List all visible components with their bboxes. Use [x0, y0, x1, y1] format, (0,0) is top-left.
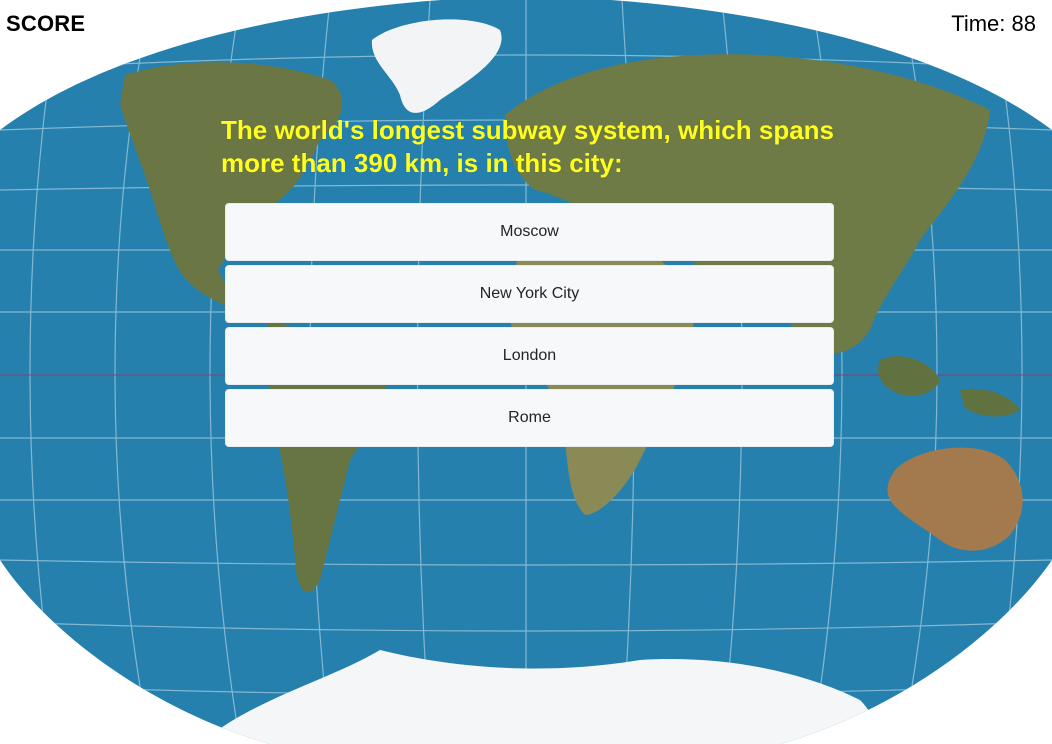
answer-button-london[interactable]: London: [225, 327, 834, 385]
answer-button-new-york-city[interactable]: New York City: [225, 265, 834, 323]
answer-list: Moscow New York City London Rome: [225, 203, 834, 451]
answer-button-moscow[interactable]: Moscow: [225, 203, 834, 261]
timer-display: Time: 88: [951, 11, 1036, 36]
answer-button-rome[interactable]: Rome: [225, 389, 834, 447]
quiz-screen: SCORE Time: 88 The world's longest subwa…: [0, 0, 1052, 744]
question-text: The world's longest subway system, which…: [221, 115, 835, 178]
score-label: SCORE: [6, 11, 86, 36]
